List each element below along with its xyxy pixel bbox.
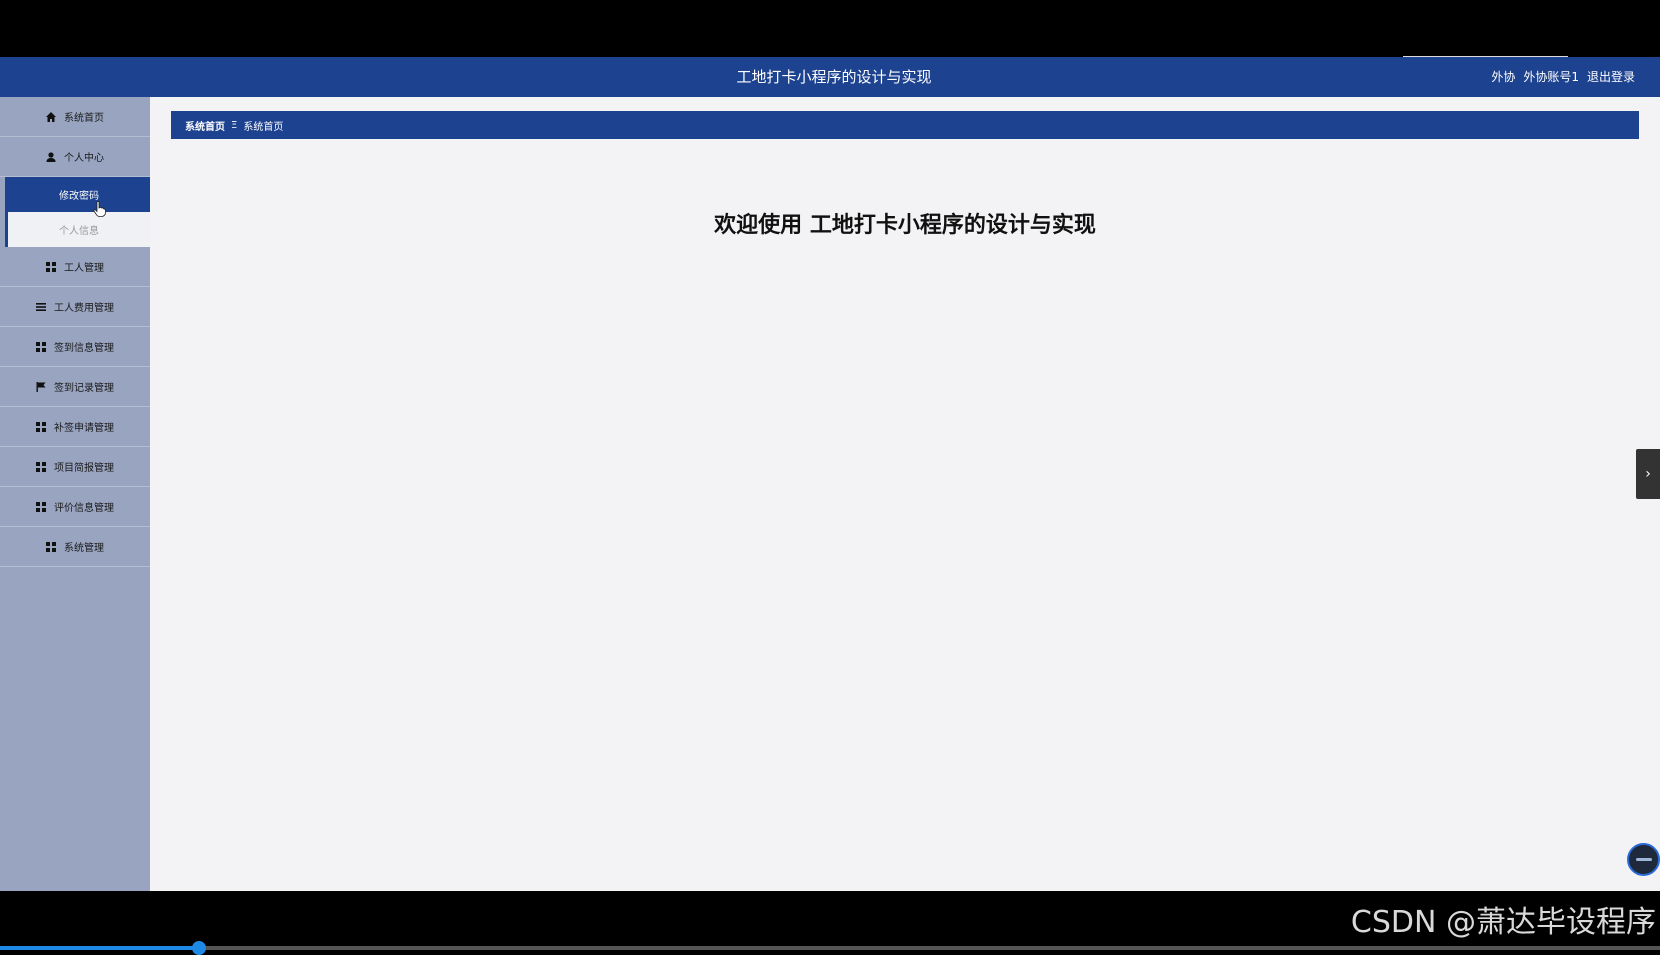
grid-icon (46, 541, 56, 552)
side-panel-toggle-button[interactable]: › (1636, 449, 1660, 499)
screen-frame: 工地打卡小程序的设计与实现 外协 外协账号1 退出登录 系统首页 个人中心 修改… (0, 0, 1660, 955)
sidebar-item-personal-center[interactable]: 个人中心 (0, 137, 150, 177)
app-title: 工地打卡小程序的设计与实现 (736, 68, 932, 86)
grid-icon (36, 341, 46, 352)
breadcrumb: 系统首页 Ξ 系统首页 (171, 111, 1639, 139)
sidebar-subitem-label: 修改密码 (59, 191, 99, 202)
breadcrumb-separator: Ξ (231, 119, 238, 131)
sidebar-item-label: 工人费用管理 (54, 303, 114, 314)
sidebar-item-worker-cost[interactable]: 工人费用管理 (0, 287, 150, 327)
grid-icon (36, 421, 46, 432)
sidebar-subitem-label: 个人信息 (59, 226, 99, 237)
user-name: 外协账号1 (1523, 70, 1579, 84)
user-role: 外协 (1491, 70, 1516, 84)
sidebar-item-label: 补签申请管理 (54, 423, 114, 434)
sidebar-item-evaluation[interactable]: 评价信息管理 (0, 487, 150, 527)
sidebar-item-label: 签到信息管理 (54, 343, 114, 354)
sidebar-item-label: 项目简报管理 (54, 463, 114, 474)
main-content: 系统首页 Ξ 系统首页 欢迎使用 工地打卡小程序的设计与实现 (150, 97, 1660, 891)
sidebar-item-checkin-info[interactable]: 签到信息管理 (0, 327, 150, 367)
list-icon (36, 302, 46, 312)
video-progress-track[interactable] (0, 946, 1660, 950)
sidebar: 系统首页 个人中心 修改密码 个人信息 工人管理 工人费用管理 签到信息管理 签… (0, 97, 150, 891)
sidebar-item-worker-management[interactable]: 工人管理 (0, 247, 150, 287)
watermark-text: CSDN @萧达毕设程序 (1350, 905, 1656, 940)
user-area: 外协 外协账号1 退出登录 (1491, 57, 1635, 97)
grid-icon (36, 461, 46, 472)
grid-icon (36, 501, 46, 512)
video-progress-knob[interactable] (192, 941, 207, 955)
floating-assistant-avatar[interactable] (1627, 843, 1660, 876)
sidebar-item-system-management[interactable]: 系统管理 (0, 527, 150, 567)
breadcrumb-home-link[interactable]: 系统首页 (185, 118, 225, 133)
flag-icon (36, 381, 46, 392)
sidebar-item-label: 工人管理 (64, 263, 104, 274)
video-progress-fill (0, 946, 200, 950)
sidebar-subitem-change-password[interactable]: 修改密码 (5, 177, 150, 212)
welcome-heading: 欢迎使用 工地打卡小程序的设计与实现 (714, 213, 1096, 238)
sidebar-item-label: 个人中心 (64, 153, 104, 164)
sidebar-item-label: 系统首页 (64, 113, 104, 124)
sidebar-item-label: 评价信息管理 (54, 503, 114, 514)
sidebar-item-label: 系统管理 (64, 543, 104, 554)
grid-icon (46, 261, 56, 272)
home-icon (46, 111, 56, 122)
breadcrumb-current: 系统首页 (243, 121, 284, 133)
avatar-glyph-icon (1635, 858, 1652, 861)
sidebar-item-project-briefing[interactable]: 项目简报管理 (0, 447, 150, 487)
sidebar-item-checkin-records[interactable]: 签到记录管理 (0, 367, 150, 407)
sidebar-item-makeup-application[interactable]: 补签申请管理 (0, 407, 150, 447)
logout-link[interactable]: 退出登录 (1587, 57, 1635, 97)
sidebar-subitem-personal-info[interactable]: 个人信息 (5, 212, 150, 247)
top-letterbox (0, 0, 1660, 57)
sidebar-item-home[interactable]: 系统首页 (0, 97, 150, 137)
app-header: 工地打卡小程序的设计与实现 外协 外协账号1 退出登录 (0, 57, 1660, 97)
hand-cursor-icon (93, 201, 106, 217)
user-icon (46, 151, 56, 162)
sidebar-item-label: 签到记录管理 (54, 383, 114, 394)
chevron-right-icon: › (1645, 466, 1651, 482)
